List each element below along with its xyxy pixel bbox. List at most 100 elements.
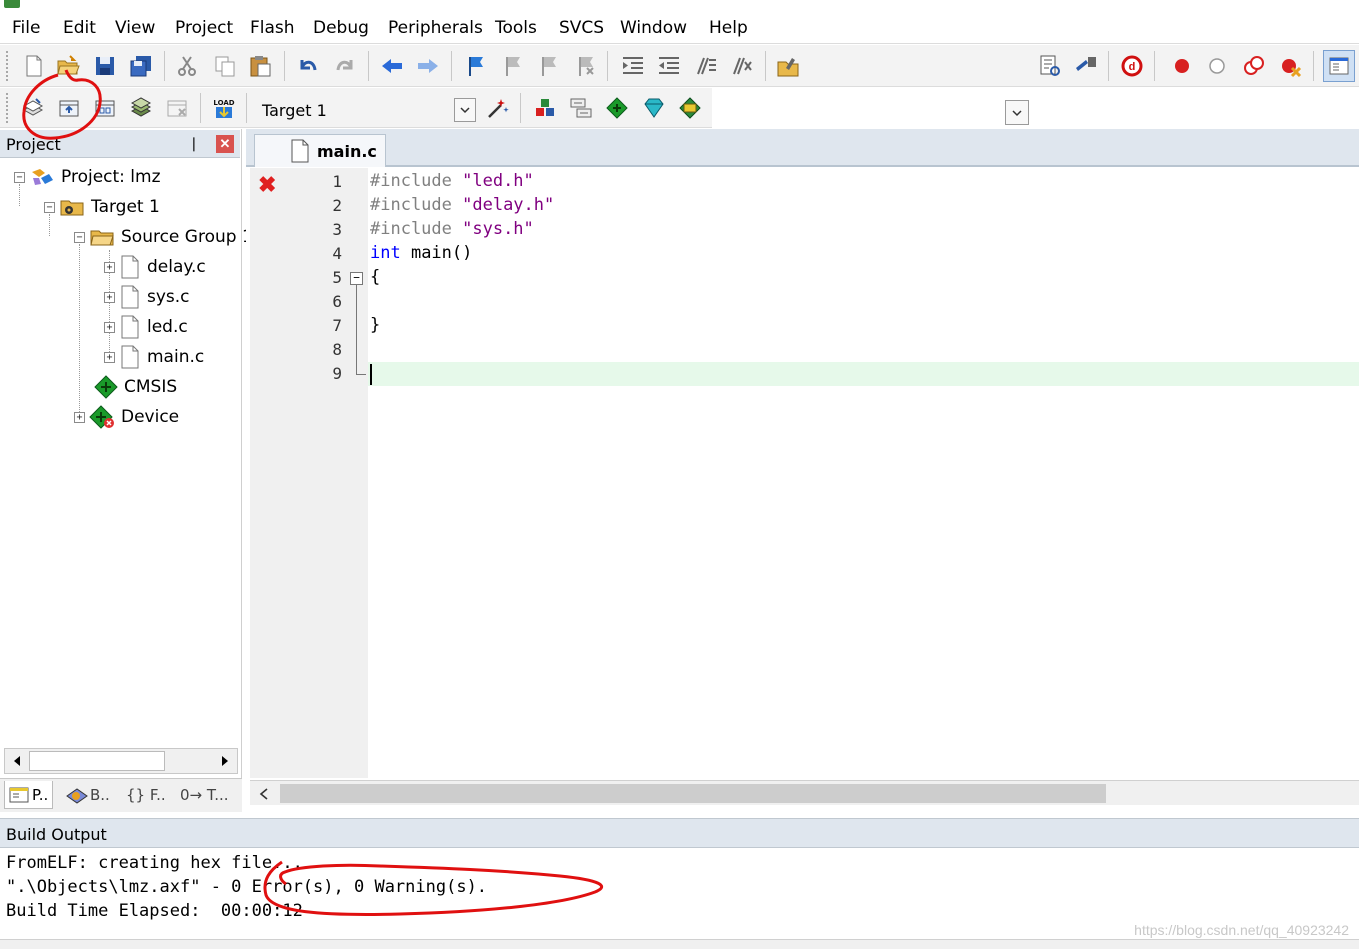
expand-icon[interactable]: + [74, 411, 85, 423]
code-editor[interactable] [368, 168, 1359, 778]
unindent-icon[interactable] [655, 52, 683, 80]
stop-build-icon[interactable] [163, 94, 191, 122]
bookmark-icon[interactable] [461, 52, 489, 80]
scroll-left-icon[interactable] [7, 751, 27, 771]
undo-icon[interactable] [294, 52, 322, 80]
tree-label: CMSIS [124, 377, 178, 397]
incremental-find-icon[interactable] [1036, 52, 1064, 80]
save-icon[interactable] [91, 52, 119, 80]
expand-icon[interactable]: + [104, 351, 115, 363]
menu-file[interactable]: File [12, 18, 40, 38]
copy-icon[interactable] [211, 52, 239, 80]
build-icon[interactable] [55, 94, 83, 122]
manage-project-items-icon[interactable] [531, 94, 559, 122]
tree-item-file[interactable]: + main.c [104, 344, 204, 370]
collapse-icon[interactable]: − [14, 171, 25, 183]
open-file-icon[interactable] [54, 52, 82, 80]
line-number: 7 [332, 316, 342, 335]
tree-label: main.c [147, 347, 205, 367]
comment-icon[interactable] [692, 52, 720, 80]
tree-item-project[interactable]: − Project: lmz [14, 164, 161, 190]
cut-icon[interactable] [173, 52, 201, 80]
toolbar-grip[interactable] [6, 51, 8, 81]
download-icon[interactable]: LOAD [210, 94, 238, 122]
menu-tools[interactable]: Tools [495, 18, 537, 38]
menu-project[interactable]: Project [175, 18, 233, 38]
paste-icon[interactable] [246, 52, 274, 80]
collapse-icon[interactable]: − [74, 231, 85, 243]
menu-view[interactable]: View [115, 18, 155, 38]
editor-hscrollbar[interactable] [250, 780, 1359, 805]
manage-components-icon[interactable] [676, 94, 704, 122]
close-icon[interactable]: ✕ [216, 135, 234, 153]
menu-peripherals[interactable]: Peripherals [388, 18, 483, 38]
menu-help[interactable]: Help [709, 18, 748, 38]
menu-flash[interactable]: Flash [250, 18, 295, 38]
find-combo-dropdown[interactable] [1005, 100, 1029, 125]
tree-item-cmsis[interactable]: CMSIS [94, 374, 177, 400]
watermark: https://blog.csdn.net/qq_40923242 [1134, 922, 1349, 938]
error-marker-icon[interactable]: ✖ [258, 172, 276, 198]
save-all-icon[interactable] [127, 52, 155, 80]
expand-icon[interactable]: + [104, 291, 115, 303]
translate-icon[interactable] [19, 94, 47, 122]
target-select[interactable]: Target 1 [256, 95, 478, 123]
scroll-right-icon[interactable] [215, 751, 235, 771]
manage-environment-icon[interactable] [640, 94, 668, 122]
uncomment-icon[interactable] [728, 52, 756, 80]
disable-all-breakpoints-icon[interactable] [1240, 52, 1268, 80]
find-in-files-icon[interactable] [774, 52, 802, 80]
tree-item-file[interactable]: + delay.c [104, 254, 206, 280]
code-line: int main() [370, 243, 472, 263]
toolbar-grip[interactable] [6, 93, 8, 123]
find-icon[interactable] [1072, 52, 1100, 80]
tab-templates[interactable]: 0→ T... [180, 781, 229, 809]
indent-icon[interactable] [619, 52, 647, 80]
build-output-title: Build Output [6, 825, 107, 844]
line-number: 4 [332, 244, 342, 263]
disable-breakpoint-icon[interactable] [1203, 52, 1231, 80]
fold-collapse-icon[interactable]: − [350, 272, 363, 285]
scroll-thumb[interactable] [280, 784, 1106, 803]
menu-edit[interactable]: Edit [63, 18, 96, 38]
tab-functions[interactable]: {} F.. [126, 781, 166, 809]
tab-project[interactable]: P.. [4, 781, 54, 809]
tab-books[interactable]: B.. [64, 781, 110, 809]
pack-installer-icon[interactable] [603, 94, 631, 122]
window-layout-icon[interactable] [1323, 50, 1355, 82]
nav-forward-icon[interactable] [414, 52, 442, 80]
batch-build-icon[interactable] [127, 94, 155, 122]
next-bookmark-icon[interactable] [534, 52, 562, 80]
tree-item-file[interactable]: + led.c [104, 314, 188, 340]
pin-icon[interactable]: ❘ [188, 135, 204, 151]
menu-svcs[interactable]: SVCS [559, 18, 604, 38]
collapse-icon[interactable]: − [44, 201, 55, 213]
debug-session-icon[interactable]: d [1118, 52, 1146, 80]
tree-item-file[interactable]: + sys.c [104, 284, 190, 310]
select-packs-icon[interactable] [567, 94, 595, 122]
component-error-icon [89, 405, 114, 429]
build-output-header: Build Output [0, 818, 1359, 848]
clear-bookmarks-icon[interactable] [571, 52, 599, 80]
scroll-thumb[interactable] [29, 751, 165, 771]
breakpoint-icon[interactable] [1168, 52, 1196, 80]
new-file-icon[interactable] [20, 52, 48, 80]
target-options-icon[interactable] [484, 94, 512, 122]
kill-all-breakpoints-icon[interactable] [1276, 52, 1304, 80]
tree-item-source-group[interactable]: − Source Group 1 [74, 224, 253, 250]
expand-icon[interactable]: + [104, 321, 115, 333]
toolbar-separator [1154, 51, 1155, 81]
nav-back-icon[interactable] [378, 52, 406, 80]
menu-window[interactable]: Window [620, 18, 687, 38]
tree-item-device[interactable]: + Device [74, 404, 179, 430]
chevron-down-icon[interactable] [454, 98, 476, 122]
rebuild-icon[interactable] [91, 94, 119, 122]
prev-bookmark-icon[interactable] [498, 52, 526, 80]
tab-main-c[interactable]: main.c [254, 134, 386, 167]
project-hscrollbar[interactable] [4, 748, 238, 774]
menu-debug[interactable]: Debug [313, 18, 369, 38]
redo-icon[interactable] [331, 52, 359, 80]
expand-icon[interactable]: + [104, 261, 115, 273]
tree-item-target[interactable]: − Target 1 [44, 194, 160, 220]
scroll-left-icon[interactable] [254, 784, 274, 803]
